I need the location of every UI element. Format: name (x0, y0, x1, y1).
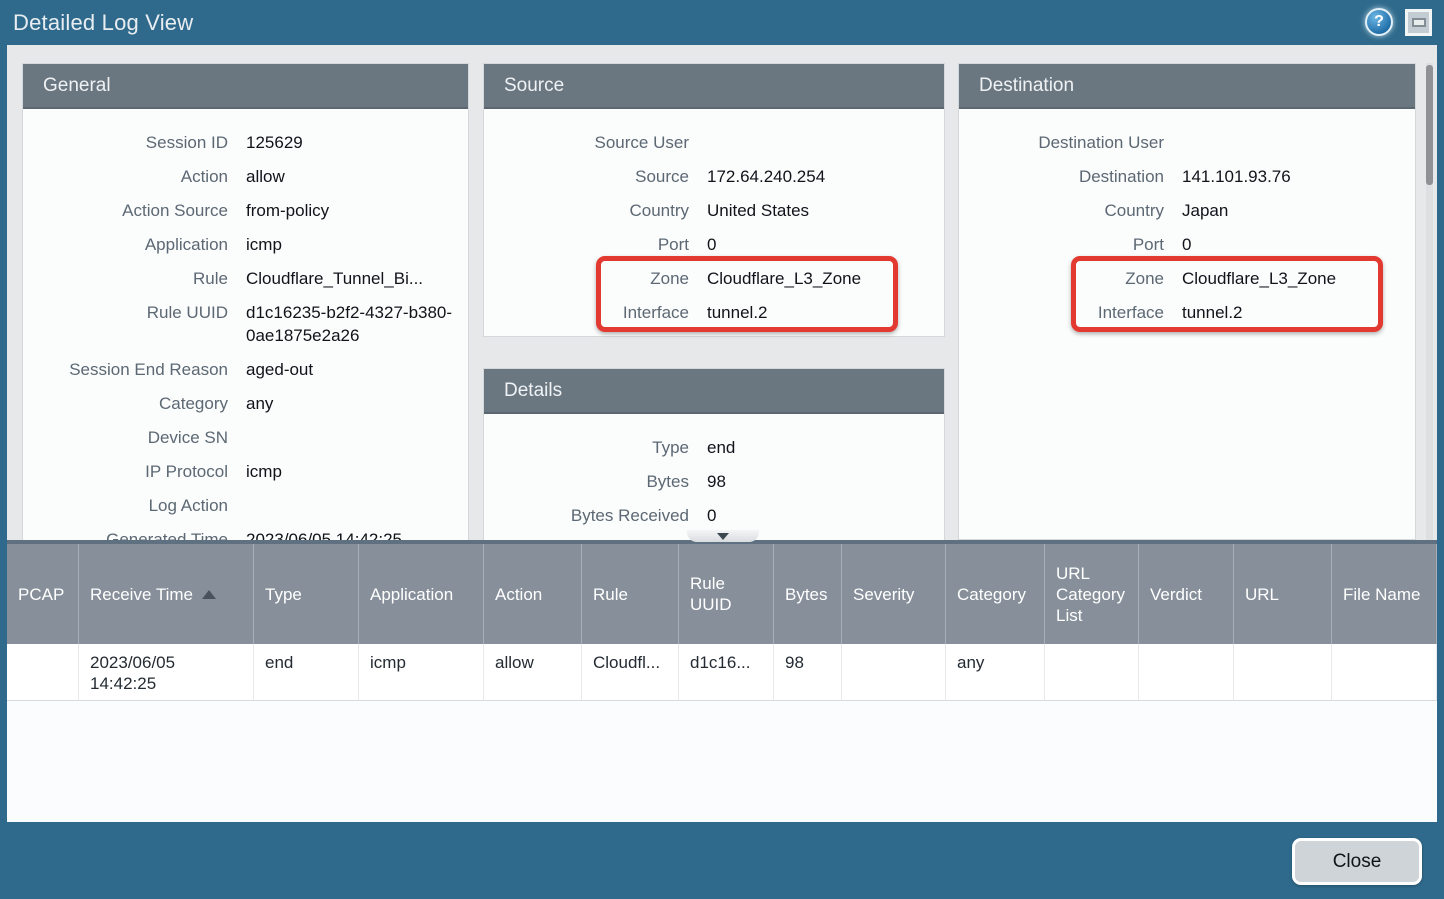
field-destination-interface: Interfacetunnel.2 (959, 295, 1415, 329)
chevron-down-icon (717, 533, 729, 540)
field-session-id: Session ID125629 (23, 125, 468, 159)
dialog-title: Detailed Log View (13, 10, 193, 36)
column-header-file-name[interactable]: File Name (1332, 544, 1437, 644)
field-bytes-received: Bytes Received0 (484, 498, 944, 532)
cell-pcap (7, 644, 79, 700)
field-action: Actionallow (23, 159, 468, 193)
field-device-sn: Device SN (23, 420, 468, 454)
cell-category: any (946, 644, 1045, 700)
field-source-country: CountryUnited States (484, 193, 944, 227)
field-source: Source172.64.240.254 (484, 159, 944, 193)
source-panel: Source Source User Source172.64.240.254 … (483, 63, 945, 337)
field-source-port: Port0 (484, 227, 944, 261)
field-destination-zone: ZoneCloudflare_L3_Zone (959, 261, 1415, 295)
dialog-content: General Session ID125629 Actionallow Act… (7, 45, 1437, 540)
column-header-bytes[interactable]: Bytes (774, 544, 842, 644)
window-icon-inner (1412, 18, 1426, 27)
cell-url (1234, 644, 1332, 700)
cell-type: end (254, 644, 359, 700)
field-source-user: Source User (484, 125, 944, 159)
general-panel-body: Session ID125629 Actionallow Action Sour… (23, 109, 468, 540)
column-header-verdict[interactable]: Verdict (1139, 544, 1234, 644)
column-header-receive-time[interactable]: Receive Time (79, 544, 254, 644)
column-header-rule-uuid[interactable]: Rule UUID (679, 544, 774, 644)
field-rule: RuleCloudflare_Tunnel_Bi... (23, 261, 468, 295)
field-action-source: Action Sourcefrom-policy (23, 193, 468, 227)
cell-file-name (1332, 644, 1437, 700)
field-log-action: Log Action (23, 488, 468, 522)
field-ip-protocol: IP Protocolicmp (23, 454, 468, 488)
splitter-handle[interactable] (687, 530, 759, 542)
titlebar-icons: ? (1365, 8, 1432, 36)
help-icon[interactable]: ? (1365, 8, 1393, 36)
cell-application: icmp (359, 644, 484, 700)
cell-bytes: 98 (774, 644, 842, 700)
destination-panel: Destination Destination User Destination… (958, 63, 1416, 540)
source-zone-interface-group: ZoneCloudflare_L3_Zone Interfacetunnel.2 (484, 261, 944, 329)
column-header-severity[interactable]: Severity (842, 544, 946, 644)
source-panel-body: Source User Source172.64.240.254 Country… (484, 109, 944, 329)
cell-receive-time: 2023/06/05 14:42:25 (79, 644, 254, 700)
log-table: PCAP Receive Time Type Application Actio… (7, 540, 1437, 822)
field-category: Categoryany (23, 386, 468, 420)
details-panel-header: Details (484, 369, 944, 414)
cell-url-category-list (1045, 644, 1139, 700)
source-panel-header: Source (484, 64, 944, 109)
column-header-action[interactable]: Action (484, 544, 582, 644)
field-rule-uuid: Rule UUIDd1c16235-b2f2-4327-b380-0ae1875… (23, 295, 468, 352)
cell-action: allow (484, 644, 582, 700)
field-session-end-reason: Session End Reasonaged-out (23, 352, 468, 386)
cell-rule-uuid: d1c16... (679, 644, 774, 700)
column-header-type[interactable]: Type (254, 544, 359, 644)
field-destination-country: CountryJapan (959, 193, 1415, 227)
vertical-scrollbar[interactable] (1426, 63, 1433, 540)
column-header-category[interactable]: Category (946, 544, 1045, 644)
field-source-interface: Interfacetunnel.2 (484, 295, 944, 329)
log-table-header: PCAP Receive Time Type Application Actio… (7, 544, 1437, 644)
log-table-row[interactable]: 2023/06/05 14:42:25 end icmp allow Cloud… (7, 644, 1437, 701)
field-generated-time: Generated Time2023/06/05 14:42:25 (23, 522, 468, 540)
field-bytes: Bytes98 (484, 464, 944, 498)
general-panel: General Session ID125629 Actionallow Act… (22, 63, 469, 540)
window-icon[interactable] (1405, 9, 1432, 36)
field-destination-port: Port0 (959, 227, 1415, 261)
column-header-rule[interactable]: Rule (582, 544, 679, 644)
cell-rule: Cloudfl... (582, 644, 679, 700)
details-panel: Details Typeend Bytes98 Bytes Received0 (483, 368, 945, 540)
cell-verdict (1139, 644, 1234, 700)
column-header-url-category-list[interactable]: URL Category List (1045, 544, 1139, 644)
destination-zone-interface-group: ZoneCloudflare_L3_Zone Interfacetunnel.2 (959, 261, 1415, 329)
general-panel-header: General (23, 64, 468, 109)
field-destination-user: Destination User (959, 125, 1415, 159)
column-header-pcap[interactable]: PCAP (7, 544, 79, 644)
column-header-url[interactable]: URL (1234, 544, 1332, 644)
field-destination: Destination141.101.93.76 (959, 159, 1415, 193)
cell-severity (842, 644, 946, 700)
sort-ascending-icon (202, 590, 216, 599)
field-source-zone: ZoneCloudflare_L3_Zone (484, 261, 944, 295)
field-application: Applicationicmp (23, 227, 468, 261)
field-type: Typeend (484, 430, 944, 464)
dialog-titlebar: Detailed Log View ? (0, 0, 1444, 45)
scrollbar-thumb[interactable] (1426, 65, 1433, 185)
destination-panel-body: Destination User Destination141.101.93.7… (959, 109, 1415, 329)
details-panel-body: Typeend Bytes98 Bytes Received0 (484, 414, 944, 532)
close-button[interactable]: Close (1292, 838, 1422, 885)
column-header-application[interactable]: Application (359, 544, 484, 644)
destination-panel-header: Destination (959, 64, 1415, 109)
